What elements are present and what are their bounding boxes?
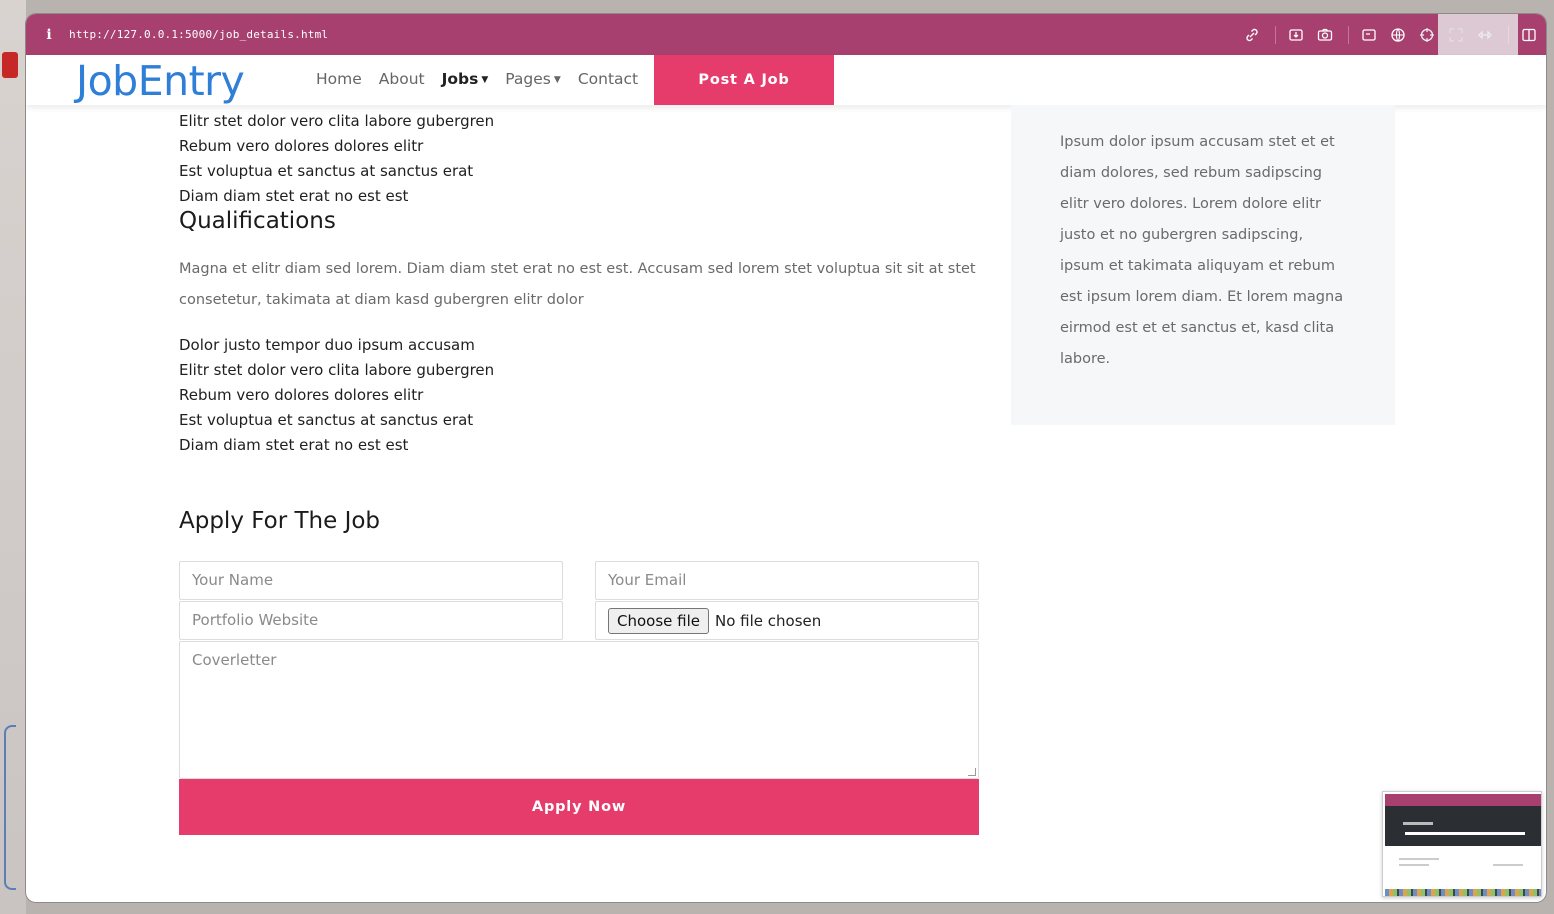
list-item: Dolor justo tempor duo ipsum accusam (179, 336, 475, 354)
target-icon[interactable] (1418, 26, 1436, 44)
dock-app-icon[interactable] (2, 52, 18, 78)
qualifications-paragraph: Magna et elitr diam sed lorem. Diam diam… (179, 261, 976, 308)
nav-link-about[interactable]: About (379, 70, 425, 88)
qualifications-heading: Qualifications (179, 208, 336, 234)
camera-icon[interactable] (1316, 26, 1334, 44)
fullscreen-icon[interactable] (1447, 26, 1465, 44)
toolbar-icons (1232, 14, 1538, 55)
apply-now-button[interactable]: Apply Now (179, 779, 979, 835)
job-summary-sidebar: Ipsum dolor ipsum accusam stet et et dia… (1011, 105, 1395, 425)
email-field[interactable]: Your Email (595, 561, 979, 600)
file-status-text: No file chosen (715, 611, 822, 630)
list-item: Rebum vero dolores dolores elitr (179, 137, 424, 155)
list-item: Est voluptua et sanctus at sanctus erat (179, 162, 474, 180)
globe-icon[interactable] (1389, 26, 1407, 44)
list-item: Est voluptua et sanctus at sanctus erat (179, 411, 474, 429)
thumbnail-text (1399, 858, 1439, 860)
toolbar-separator (1348, 25, 1349, 44)
nav-link-pages-label: Pages (505, 70, 551, 88)
responsibilities-list: Elitr stet dolor vero clita labore guber… (179, 109, 494, 209)
link-icon[interactable] (1243, 26, 1261, 44)
coverletter-placeholder: Coverletter (192, 651, 277, 669)
toolbar-separator (1275, 25, 1276, 44)
nav-link-pages[interactable]: Pages ▼ (505, 70, 561, 88)
save-icon[interactable] (1287, 26, 1305, 44)
desktop-window-edge (4, 725, 16, 890)
nav-link-home[interactable]: Home (316, 70, 362, 88)
caret-down-icon: ▼ (553, 75, 561, 85)
site-navbar: JobEntry Home About Jobs ▼ Pages ▼ Contact… (26, 55, 1546, 105)
list-item: Diam diam stet erat no est est (179, 436, 409, 454)
thumbnail-text (1493, 864, 1523, 866)
name-field[interactable]: Your Name (179, 561, 563, 600)
thumbnail-text (1399, 864, 1429, 866)
sidebar-icon[interactable] (1520, 26, 1538, 44)
sidebar-paragraph: Ipsum dolor ipsum accusam stet et et dia… (1060, 134, 1344, 367)
desktop-edge (0, 0, 26, 914)
file-upload-field: Choose file No file chosen (595, 601, 979, 640)
choose-file-button[interactable]: Choose file (608, 607, 709, 634)
thumbnail-header (1385, 794, 1541, 806)
nav-link-jobs[interactable]: Jobs ▼ (442, 70, 489, 88)
swap-icon[interactable] (1476, 26, 1494, 44)
nav-links: Home About Jobs ▼ Pages ▼ Contact (316, 70, 655, 88)
nav-link-contact[interactable]: Contact (578, 70, 638, 88)
brand-logo[interactable]: JobEntry (76, 57, 245, 105)
window-icon[interactable] (1360, 26, 1378, 44)
list-item: Elitr stet dolor vero clita labore guber… (179, 361, 495, 379)
coverletter-field[interactable]: Coverletter (179, 641, 979, 779)
post-job-button[interactable]: Post A Job (654, 55, 834, 105)
info-icon[interactable]: i (42, 27, 56, 43)
nav-link-jobs-label: Jobs (441, 70, 479, 88)
apply-heading: Apply For The Job (179, 508, 381, 534)
list-item: Diam diam stet erat no est est (179, 187, 409, 205)
thumbnail-line (1405, 832, 1525, 835)
thumbnail-banner (1385, 806, 1541, 846)
address-bar: i http://127.0.0.1:5000/job_details.html (26, 14, 1546, 74)
list-item: Elitr stet dolor vero clita labore guber… (179, 112, 495, 130)
qualifications-list: Dolor justo tempor duo ipsum accusam Eli… (179, 333, 494, 458)
thumbnail-title (1403, 822, 1433, 825)
screenshot-thumbnail[interactable] (1382, 791, 1542, 897)
caret-down-icon: ▼ (481, 75, 489, 85)
portfolio-field[interactable]: Portfolio Website (179, 601, 563, 640)
list-item: Rebum vero dolores dolores elitr (179, 386, 424, 404)
toolbar-separator (1508, 25, 1509, 44)
resize-handle-icon[interactable] (968, 768, 976, 776)
thumbnail-dock (1385, 889, 1541, 896)
url-text[interactable]: http://127.0.0.1:5000/job_details.html (69, 28, 328, 41)
browser-window: i http://127.0.0.1:5000/job_details.html (26, 14, 1546, 902)
